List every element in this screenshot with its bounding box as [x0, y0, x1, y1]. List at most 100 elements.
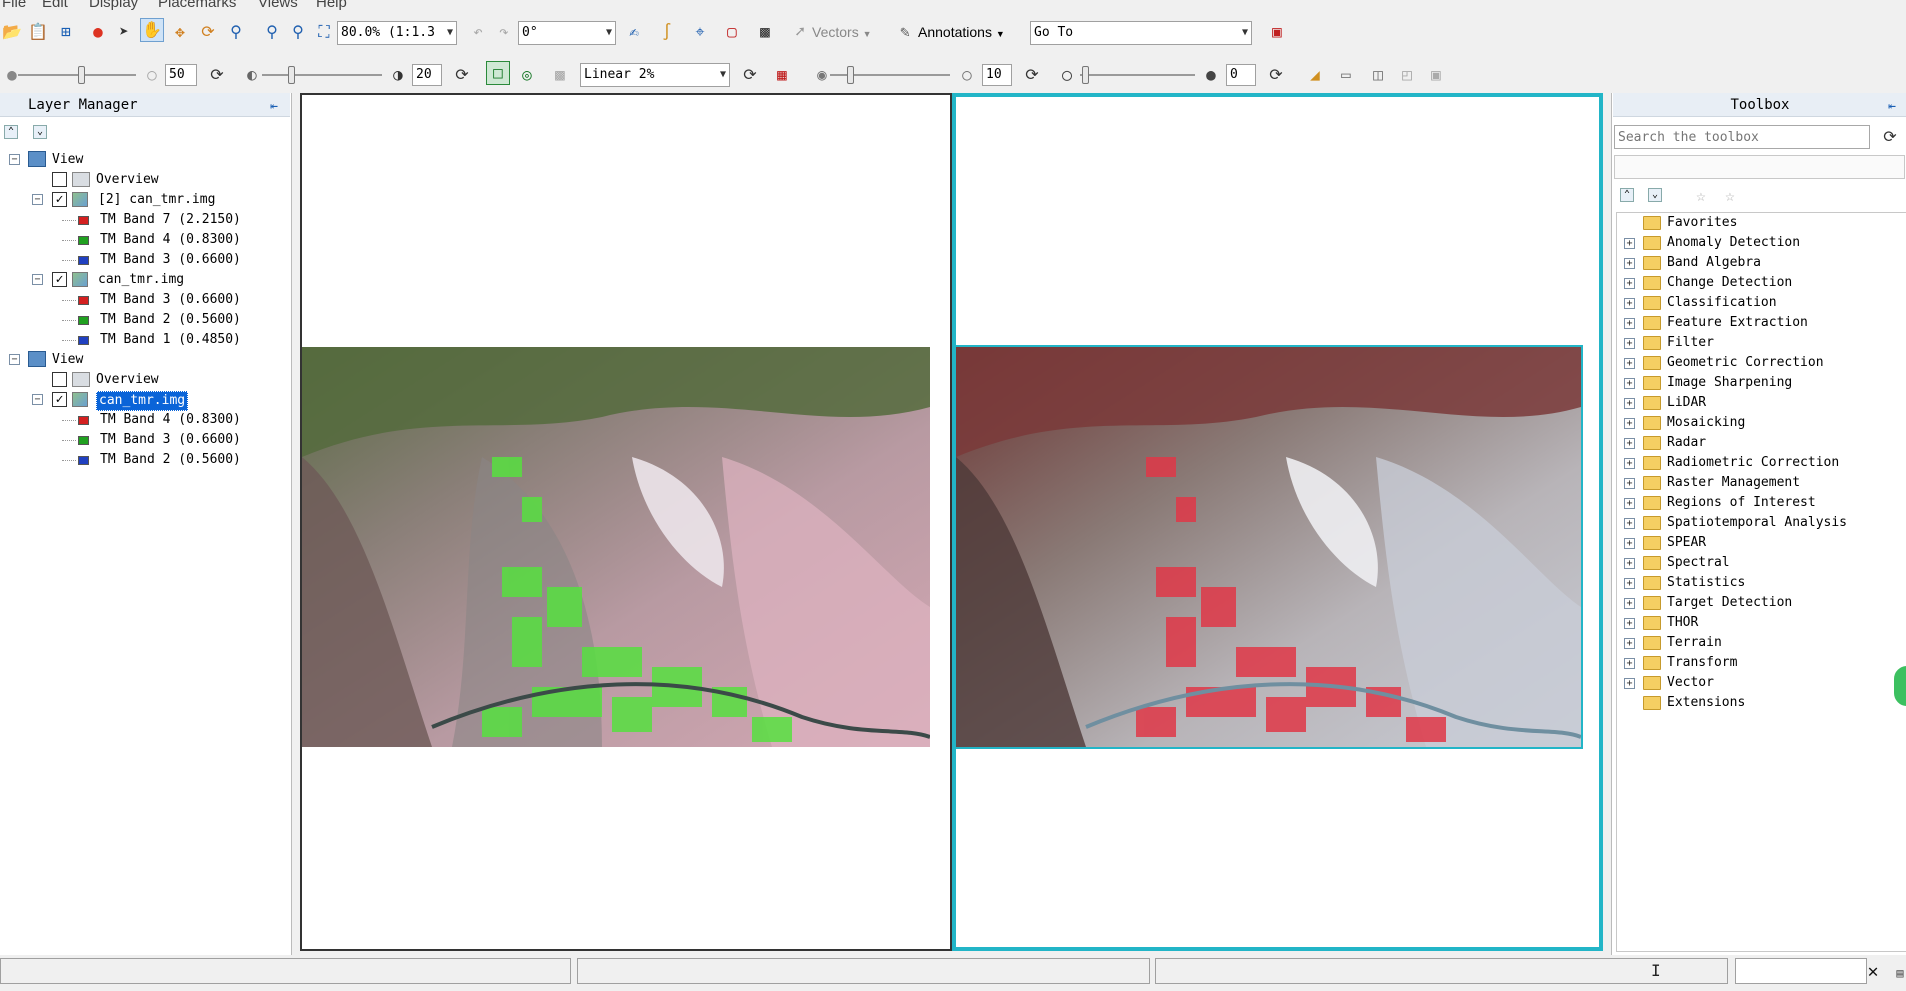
layer-node[interactable]: − ✓ can_tmr.img	[0, 270, 290, 290]
view-node[interactable]: − View	[0, 350, 290, 370]
band-node[interactable]: TM Band 1 (0.4850)	[0, 330, 290, 350]
reset-icon[interactable]: ⟳	[1020, 63, 1044, 87]
rotate-icon[interactable]: ⟳	[196, 20, 220, 44]
expand-icon[interactable]: +	[1624, 358, 1635, 369]
expand-icon[interactable]: +	[1624, 278, 1635, 289]
status-grip-icon[interactable]: ▤	[1888, 961, 1906, 985]
zoom-out-icon[interactable]: ⚲	[286, 20, 310, 44]
expand-icon[interactable]: +	[1624, 558, 1635, 569]
expand-icon[interactable]: +	[1624, 298, 1635, 309]
menu-help[interactable]: Help	[316, 0, 347, 10]
palette-icon[interactable]: ▦	[770, 63, 794, 87]
collapse-icon[interactable]: −	[32, 274, 43, 285]
toolbox-folder[interactable]: + Image Sharpening	[1612, 373, 1902, 393]
expand-icon[interactable]: +	[1624, 538, 1635, 549]
expand-icon[interactable]: +	[1624, 338, 1635, 349]
expand-icon[interactable]: +	[1624, 658, 1635, 669]
layer-checkbox[interactable]: ✓	[52, 192, 67, 207]
expand-all-icon[interactable]: ⌄	[33, 125, 47, 139]
fly-icon[interactable]: ✥	[168, 20, 192, 44]
expand-icon[interactable]: +	[1624, 598, 1635, 609]
band-node[interactable]: TM Band 2 (0.5600)	[0, 450, 290, 470]
zoom-fit-icon[interactable]: ⛶	[312, 20, 336, 44]
menu-views[interactable]: Views	[258, 0, 298, 10]
linked-icon[interactable]: ▩	[548, 63, 572, 87]
expand-icon[interactable]: +	[1624, 678, 1635, 689]
expand-icon[interactable]: +	[1624, 378, 1635, 389]
expand-icon[interactable]: +	[1624, 398, 1635, 409]
toolbox-folder[interactable]: Favorites	[1612, 213, 1902, 233]
expand-icon[interactable]: +	[1624, 478, 1635, 489]
expand-icon[interactable]: +	[1624, 258, 1635, 269]
toolbox-folder[interactable]: + Transform	[1612, 653, 1902, 673]
band-node[interactable]: TM Band 4 (0.8300)	[0, 230, 290, 250]
collapse-all-icon[interactable]: ⌃	[1620, 188, 1634, 202]
roi-icon[interactable]: ▢	[720, 20, 744, 44]
dock-icon[interactable]: ⇤	[262, 94, 286, 118]
toolbox-folder[interactable]: + Anomaly Detection	[1612, 233, 1902, 253]
layer-node[interactable]: − ✓ [2] can_tmr.img	[0, 190, 290, 210]
view-split-icon[interactable]: ◫	[1366, 63, 1390, 87]
overview-checkbox[interactable]	[52, 172, 67, 187]
transparency-field[interactable]: 0	[1226, 64, 1256, 86]
collapse-icon[interactable]: −	[32, 194, 43, 205]
expand-icon[interactable]: +	[1624, 458, 1635, 469]
band-node[interactable]: TM Band 3 (0.6600)	[0, 430, 290, 450]
rotate-left-icon[interactable]: ↶	[466, 20, 490, 44]
fit-icon[interactable]: ◎	[515, 63, 539, 87]
toolbox-folder[interactable]: + Regions of Interest	[1612, 493, 1902, 513]
crosshair-icon[interactable]: ⌖	[688, 20, 712, 44]
toolbox-search-input[interactable]	[1614, 125, 1870, 149]
toolbox-folder[interactable]: + Mosaicking	[1612, 413, 1902, 433]
menu-edit[interactable]: Edit	[42, 0, 68, 10]
vectors-dropdown[interactable]: Vectors ▼	[812, 20, 872, 46]
view-flicker-icon[interactable]: ◰	[1395, 63, 1419, 87]
reset-icon[interactable]: ⟳	[450, 63, 474, 87]
toolbox-folder[interactable]: + LiDAR	[1612, 393, 1902, 413]
layer-checkbox[interactable]: ✓	[52, 272, 67, 287]
collapse-icon[interactable]: −	[9, 354, 20, 365]
view-single-icon[interactable]: ▭	[1334, 63, 1358, 87]
go-icon[interactable]: ▣	[1265, 20, 1289, 44]
layer-checkbox[interactable]: ✓	[52, 392, 67, 407]
pan-hand-icon[interactable]: ✋	[140, 18, 164, 42]
ruler-icon[interactable]: ◢	[1303, 63, 1327, 87]
contrast-slider[interactable]	[262, 74, 382, 76]
expand-icon[interactable]: +	[1624, 418, 1635, 429]
contrast-thumb[interactable]	[288, 66, 295, 84]
transparency-slider[interactable]	[1080, 74, 1195, 76]
toolbox-folder[interactable]: + Terrain	[1612, 633, 1902, 653]
toolbox-folder[interactable]: Extensions	[1612, 693, 1902, 713]
brightness-thumb[interactable]	[78, 66, 85, 84]
toolbox-folder[interactable]: + Geometric Correction	[1612, 353, 1902, 373]
goto-combo[interactable]: Go To ▼	[1030, 21, 1252, 45]
zoom-combo[interactable]: 80.0% (1:1.3 ▼	[337, 21, 457, 45]
star-icon[interactable]: ☆	[1689, 184, 1713, 208]
expand-icon[interactable]: +	[1624, 518, 1635, 529]
rotation-combo[interactable]: 0° ▼	[518, 21, 616, 45]
toolbox-folder[interactable]: + Band Algebra	[1612, 253, 1902, 273]
reset-icon[interactable]: ⟳	[1264, 63, 1288, 87]
expand-icon[interactable]: +	[1624, 318, 1635, 329]
annotations-dropdown[interactable]: Annotations ▼	[918, 20, 1005, 46]
placemark-icon[interactable]: ●	[86, 20, 110, 44]
sharpen-thumb[interactable]	[847, 66, 854, 84]
toolbox-folder[interactable]: + Change Detection	[1612, 273, 1902, 293]
toolbox-folder[interactable]: + Target Detection	[1612, 593, 1902, 613]
sharpen-field[interactable]: 10	[982, 64, 1012, 86]
view-node[interactable]: − View	[0, 150, 290, 170]
toolbox-folder[interactable]: + Radar	[1612, 433, 1902, 453]
crop-icon[interactable]: ⊞	[54, 20, 78, 44]
toolbox-folder[interactable]: + Feature Extraction	[1612, 313, 1902, 333]
brightness-slider[interactable]	[18, 74, 136, 76]
toolbox-folder[interactable]: + SPEAR	[1612, 533, 1902, 553]
refresh-icon[interactable]: ⟳	[738, 63, 762, 87]
zoom-in-icon[interactable]: ⚲	[260, 20, 284, 44]
contrast-field[interactable]: 20	[412, 64, 442, 86]
mask-icon[interactable]: ▩	[753, 20, 777, 44]
menu-display[interactable]: Display	[89, 0, 138, 10]
overview-node[interactable]: Overview	[0, 370, 290, 390]
menu-file[interactable]: File	[2, 0, 26, 10]
toolbox-folder[interactable]: + Raster Management	[1612, 473, 1902, 493]
expand-icon[interactable]: +	[1624, 438, 1635, 449]
